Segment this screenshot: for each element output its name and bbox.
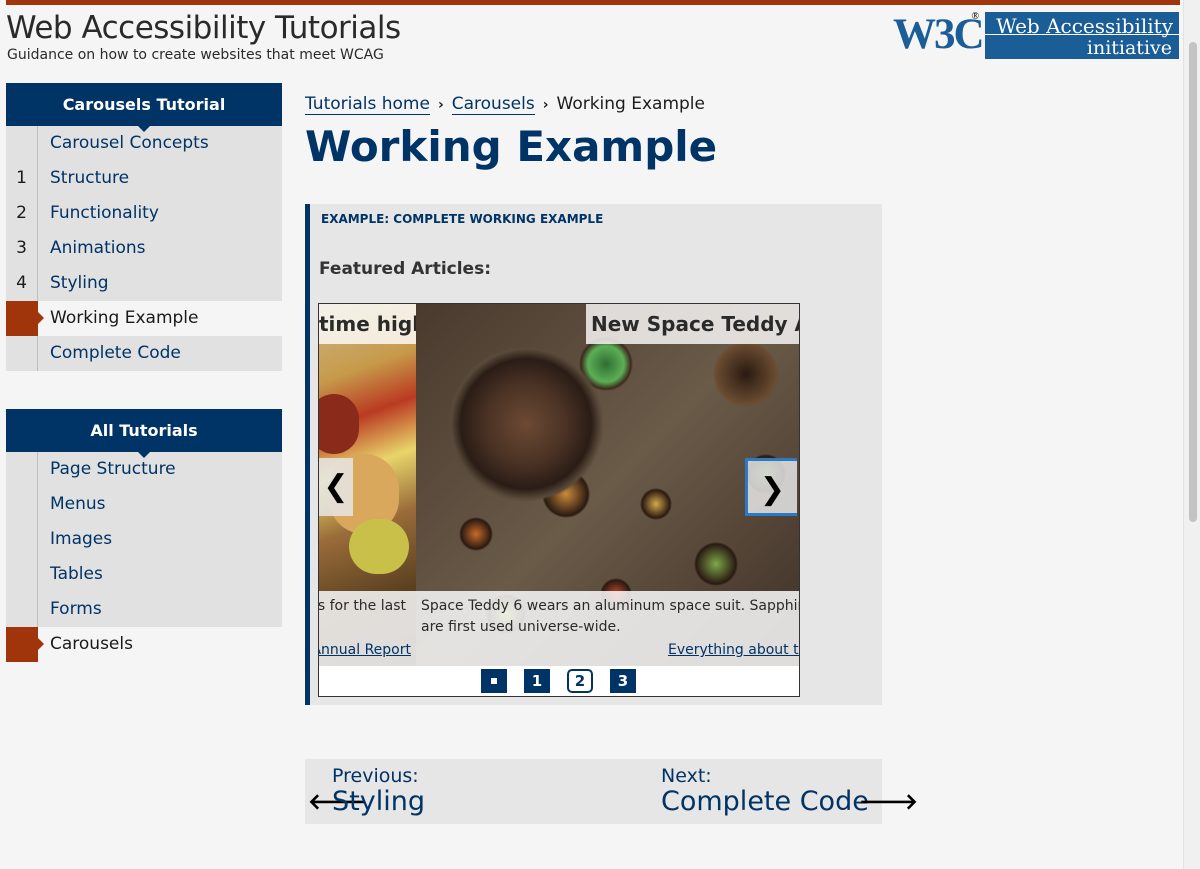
nav-item-label[interactable]: Menus <box>50 487 106 522</box>
carousel-slide-1-button[interactable]: 1 <box>524 669 550 693</box>
w3c-logo-text: W3C <box>893 11 985 58</box>
all-tutorials-item-menus[interactable]: Menus <box>6 487 282 522</box>
all-tutorials-item-page-structure[interactable]: Page Structure <box>6 452 282 487</box>
carousel-prev-button[interactable]: ❮ <box>319 458 353 516</box>
breadcrumb-home-link[interactable]: Tutorials home <box>305 94 430 115</box>
nav-item-label[interactable]: Complete Code <box>50 336 181 371</box>
previous-page-link[interactable]: Styling <box>332 786 425 817</box>
step-number <box>6 336 38 371</box>
w3c-logo[interactable]: W3C ® <box>893 11 985 58</box>
all-tutorials-item-forms[interactable]: Forms <box>6 592 282 627</box>
wai-logo[interactable]: Web Accessibility initiative <box>985 12 1179 59</box>
carousel-slide-3-button[interactable]: 3 <box>610 669 636 693</box>
caption-text: s for the last <box>319 598 406 614</box>
arrow-right-icon: 🡒 <box>859 790 918 815</box>
wai-logo-line2: initiative <box>1086 37 1172 59</box>
registered-mark: ® <box>971 11 980 22</box>
wai-logo-divider <box>985 34 1179 35</box>
slide-title-current: New Space Teddy An <box>586 304 799 344</box>
step-number: 1 <box>6 161 38 196</box>
carousel: time high New Space Teddy An s for the l… <box>318 303 800 697</box>
slide-title-previous: time high <box>319 304 416 344</box>
featured-articles-heading: Featured Articles: <box>319 259 492 279</box>
chevron-right-icon: › <box>542 97 549 113</box>
chevron-right-icon: › <box>437 97 444 113</box>
slide-caption-previous: s for the last Annual Report <box>319 591 416 666</box>
example-label: EXAMPLE: COMPLETE WORKING EXAMPLE <box>321 212 604 226</box>
tutorial-nav-item-structure[interactable]: 1 Structure <box>6 161 282 196</box>
next-page-link[interactable]: Complete Code <box>661 786 869 817</box>
slide-image-detail <box>319 394 359 454</box>
breadcrumb-current: Working Example <box>556 94 706 114</box>
breadcrumb-section-link[interactable]: Carousels <box>451 94 535 115</box>
nav-item-label[interactable]: Images <box>50 522 112 557</box>
site-subtitle: Guidance on how to create websites that … <box>7 47 384 63</box>
previous-label[interactable]: Previous: <box>332 765 419 787</box>
all-tutorials-item-carousels[interactable]: Carousels <box>6 627 282 662</box>
page-pager: 🡐 Previous: Styling Next: Complete Code … <box>305 759 918 824</box>
nav-item-label[interactable]: Styling <box>50 266 109 301</box>
tutorial-nav-item-functionality[interactable]: 2 Functionality <box>6 196 282 231</box>
nav-item-label[interactable]: Page Structure <box>50 452 176 487</box>
caption-text-line1: Space Teddy 6 wears an aluminum space su… <box>421 598 800 614</box>
nav-item-label[interactable]: Functionality <box>50 196 159 231</box>
all-tutorials-item-tables[interactable]: Tables <box>6 557 282 592</box>
tutorial-nav-list: Carousel Concepts 1 Structure 2 Functional… <box>6 126 282 371</box>
nav-item-label[interactable]: Forms <box>50 592 102 627</box>
tutorial-nav-item-concepts[interactable]: Carousel Concepts <box>6 126 282 161</box>
top-accent-bar <box>6 0 1180 5</box>
all-tutorials-title: All Tutorials <box>6 409 282 458</box>
tutorial-nav-item-working-example[interactable]: Working Example <box>6 301 282 336</box>
annual-report-link[interactable]: Annual Report <box>319 640 411 661</box>
page-title: Working Example <box>305 122 718 171</box>
carousel-slide-2-button[interactable]: 2 <box>567 669 593 693</box>
tutorial-nav-item-styling[interactable]: 4 Styling <box>6 266 282 301</box>
slide-image-detail <box>349 519 409 574</box>
site-title[interactable]: Web Accessibility Tutorials <box>6 10 401 46</box>
nav-item-label[interactable]: Structure <box>50 161 129 196</box>
nav-item-label[interactable]: Animations <box>50 231 146 266</box>
step-number: 2 <box>6 196 38 231</box>
active-marker <box>6 301 44 336</box>
tutorial-nav-item-animations[interactable]: 3 Animations <box>6 231 282 266</box>
carousel-pagination: 1 2 3 <box>319 666 799 696</box>
scrollbar-thumb[interactable] <box>1189 42 1197 522</box>
everything-about-link[interactable]: Everything about th <box>668 640 799 661</box>
breadcrumb: Tutorials home › Carousels › Working Example <box>305 94 706 115</box>
tutorial-nav-item-complete-code[interactable]: Complete Code <box>6 336 282 371</box>
nav-item-label[interactable]: Carousels <box>50 627 133 662</box>
chevron-right-icon: ❯ <box>759 472 786 507</box>
active-marker <box>6 627 44 662</box>
carousel-next-button[interactable]: ❯ <box>745 458 797 516</box>
all-tutorials-list: Page Structure Menus Images Tables Forms… <box>6 452 282 662</box>
step-number <box>6 126 38 161</box>
next-label[interactable]: Next: <box>661 765 712 787</box>
slide-caption-current: Space Teddy 6 wears an aluminum space su… <box>416 591 800 666</box>
nav-item-label: Working Example <box>50 308 199 328</box>
all-tutorials-item-images[interactable]: Images <box>6 522 282 557</box>
all-tutorials-nav: All Tutorials Page Structure Menus Image… <box>6 409 282 662</box>
step-number: 4 <box>6 266 38 301</box>
carousel-pause-button[interactable] <box>481 669 507 693</box>
step-number: 3 <box>6 231 38 266</box>
page-scrollbar[interactable] <box>1183 0 1200 869</box>
nav-item-label[interactable]: Carousel Concepts <box>50 126 209 161</box>
nav-item-label[interactable]: Tables <box>50 557 103 592</box>
tutorial-nav-title: Carousels Tutorial <box>6 83 282 132</box>
tutorial-nav: Carousels Tutorial Carousel Concepts 1 St… <box>6 83 282 371</box>
caption-text-line2: are first used universe-wide. <box>421 619 621 635</box>
chevron-left-icon: ❮ <box>323 469 349 504</box>
